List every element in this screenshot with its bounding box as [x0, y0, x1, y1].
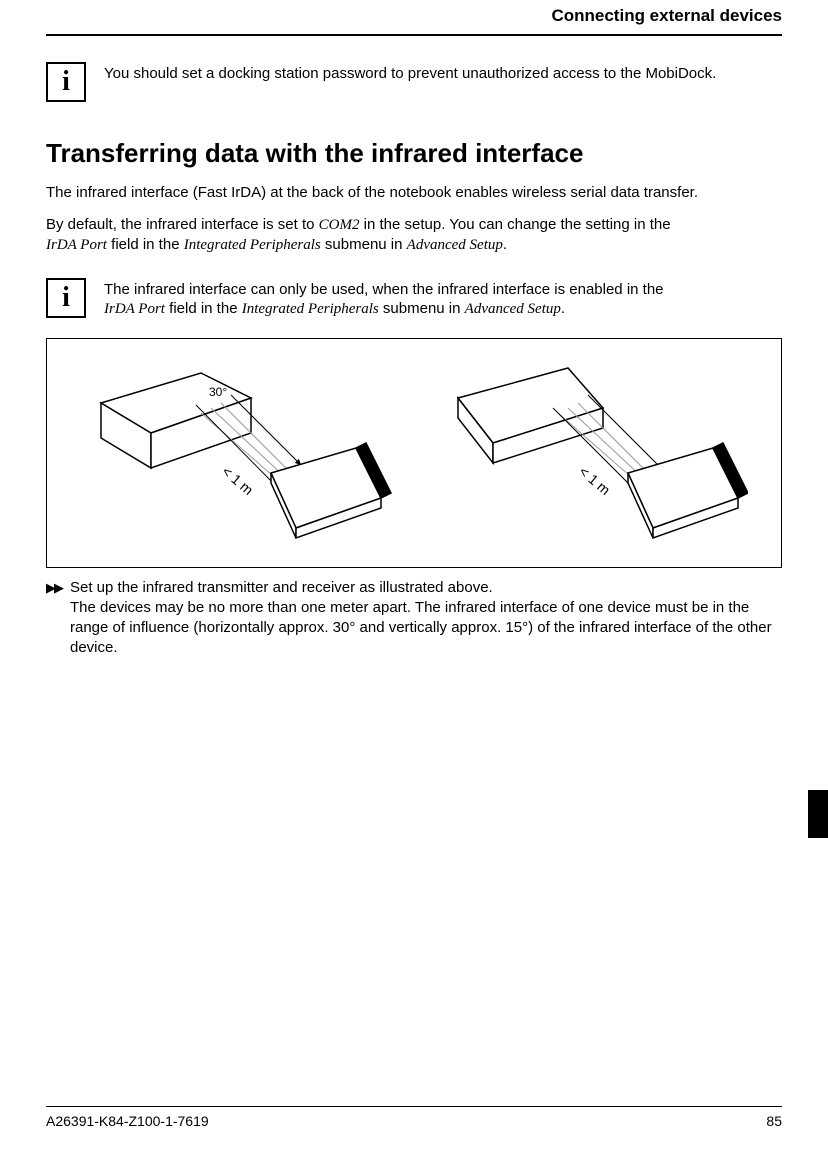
- text: field in the: [165, 300, 242, 317]
- distance-label: < 1 m: [576, 463, 613, 498]
- page-number: 85: [766, 1113, 782, 1129]
- integrated-peripherals-label: Integrated Peripherals: [184, 237, 321, 253]
- info-note-1: i You should set a docking station passw…: [46, 62, 782, 102]
- page-footer: A26391-K84-Z100-1-7619 85: [46, 1106, 782, 1129]
- text: field in the: [107, 236, 184, 253]
- instruction-step: ▶▶ Set up the infrared transmitter and r…: [46, 578, 782, 659]
- doc-id: A26391-K84-Z100-1-7619: [46, 1113, 209, 1129]
- ir-diagram-left: 30° < 1 m: [81, 353, 401, 553]
- paragraph-1: The infrared interface (Fast IrDA) at th…: [46, 183, 782, 203]
- thumb-index-tab: [808, 790, 828, 838]
- distance-label: < 1 m: [219, 463, 256, 498]
- info-icon: i: [46, 62, 86, 102]
- info-text: You should set a docking station passwor…: [104, 62, 782, 84]
- step-marker-icon: ▶▶: [46, 578, 70, 596]
- integrated-peripherals-label: Integrated Peripherals: [242, 301, 379, 317]
- text: By default, the infrared interface is se…: [46, 216, 319, 233]
- text: submenu in: [379, 300, 465, 317]
- text: submenu in: [321, 236, 407, 253]
- paragraph-2: By default, the infrared interface is se…: [46, 215, 782, 256]
- angle-label: 30°: [209, 385, 227, 399]
- info-icon: i: [46, 278, 86, 318]
- info-note-2: i The infrared interface can only be use…: [46, 278, 782, 320]
- irda-port-label: IrDA Port: [46, 237, 107, 253]
- text: .: [561, 300, 565, 317]
- text: in the setup. You can change the setting…: [360, 216, 671, 233]
- irda-port-label: IrDA Port: [104, 301, 165, 317]
- setup-illustration: 30° < 1 m: [46, 338, 782, 568]
- info-text: The infrared interface can only be used,…: [104, 278, 782, 320]
- section-heading: Transferring data with the infrared inte…: [46, 138, 782, 169]
- advanced-setup-label: Advanced Setup: [465, 301, 561, 317]
- advanced-setup-label: Advanced Setup: [407, 237, 503, 253]
- text: .: [503, 236, 507, 253]
- instruction-text: Set up the infrared transmitter and rece…: [70, 578, 782, 659]
- com-port: COM2: [319, 217, 360, 233]
- running-header: Connecting external devices: [46, 0, 782, 36]
- text: The infrared interface can only be used,…: [104, 281, 664, 298]
- ir-diagram-right: < 1 m: [428, 353, 748, 553]
